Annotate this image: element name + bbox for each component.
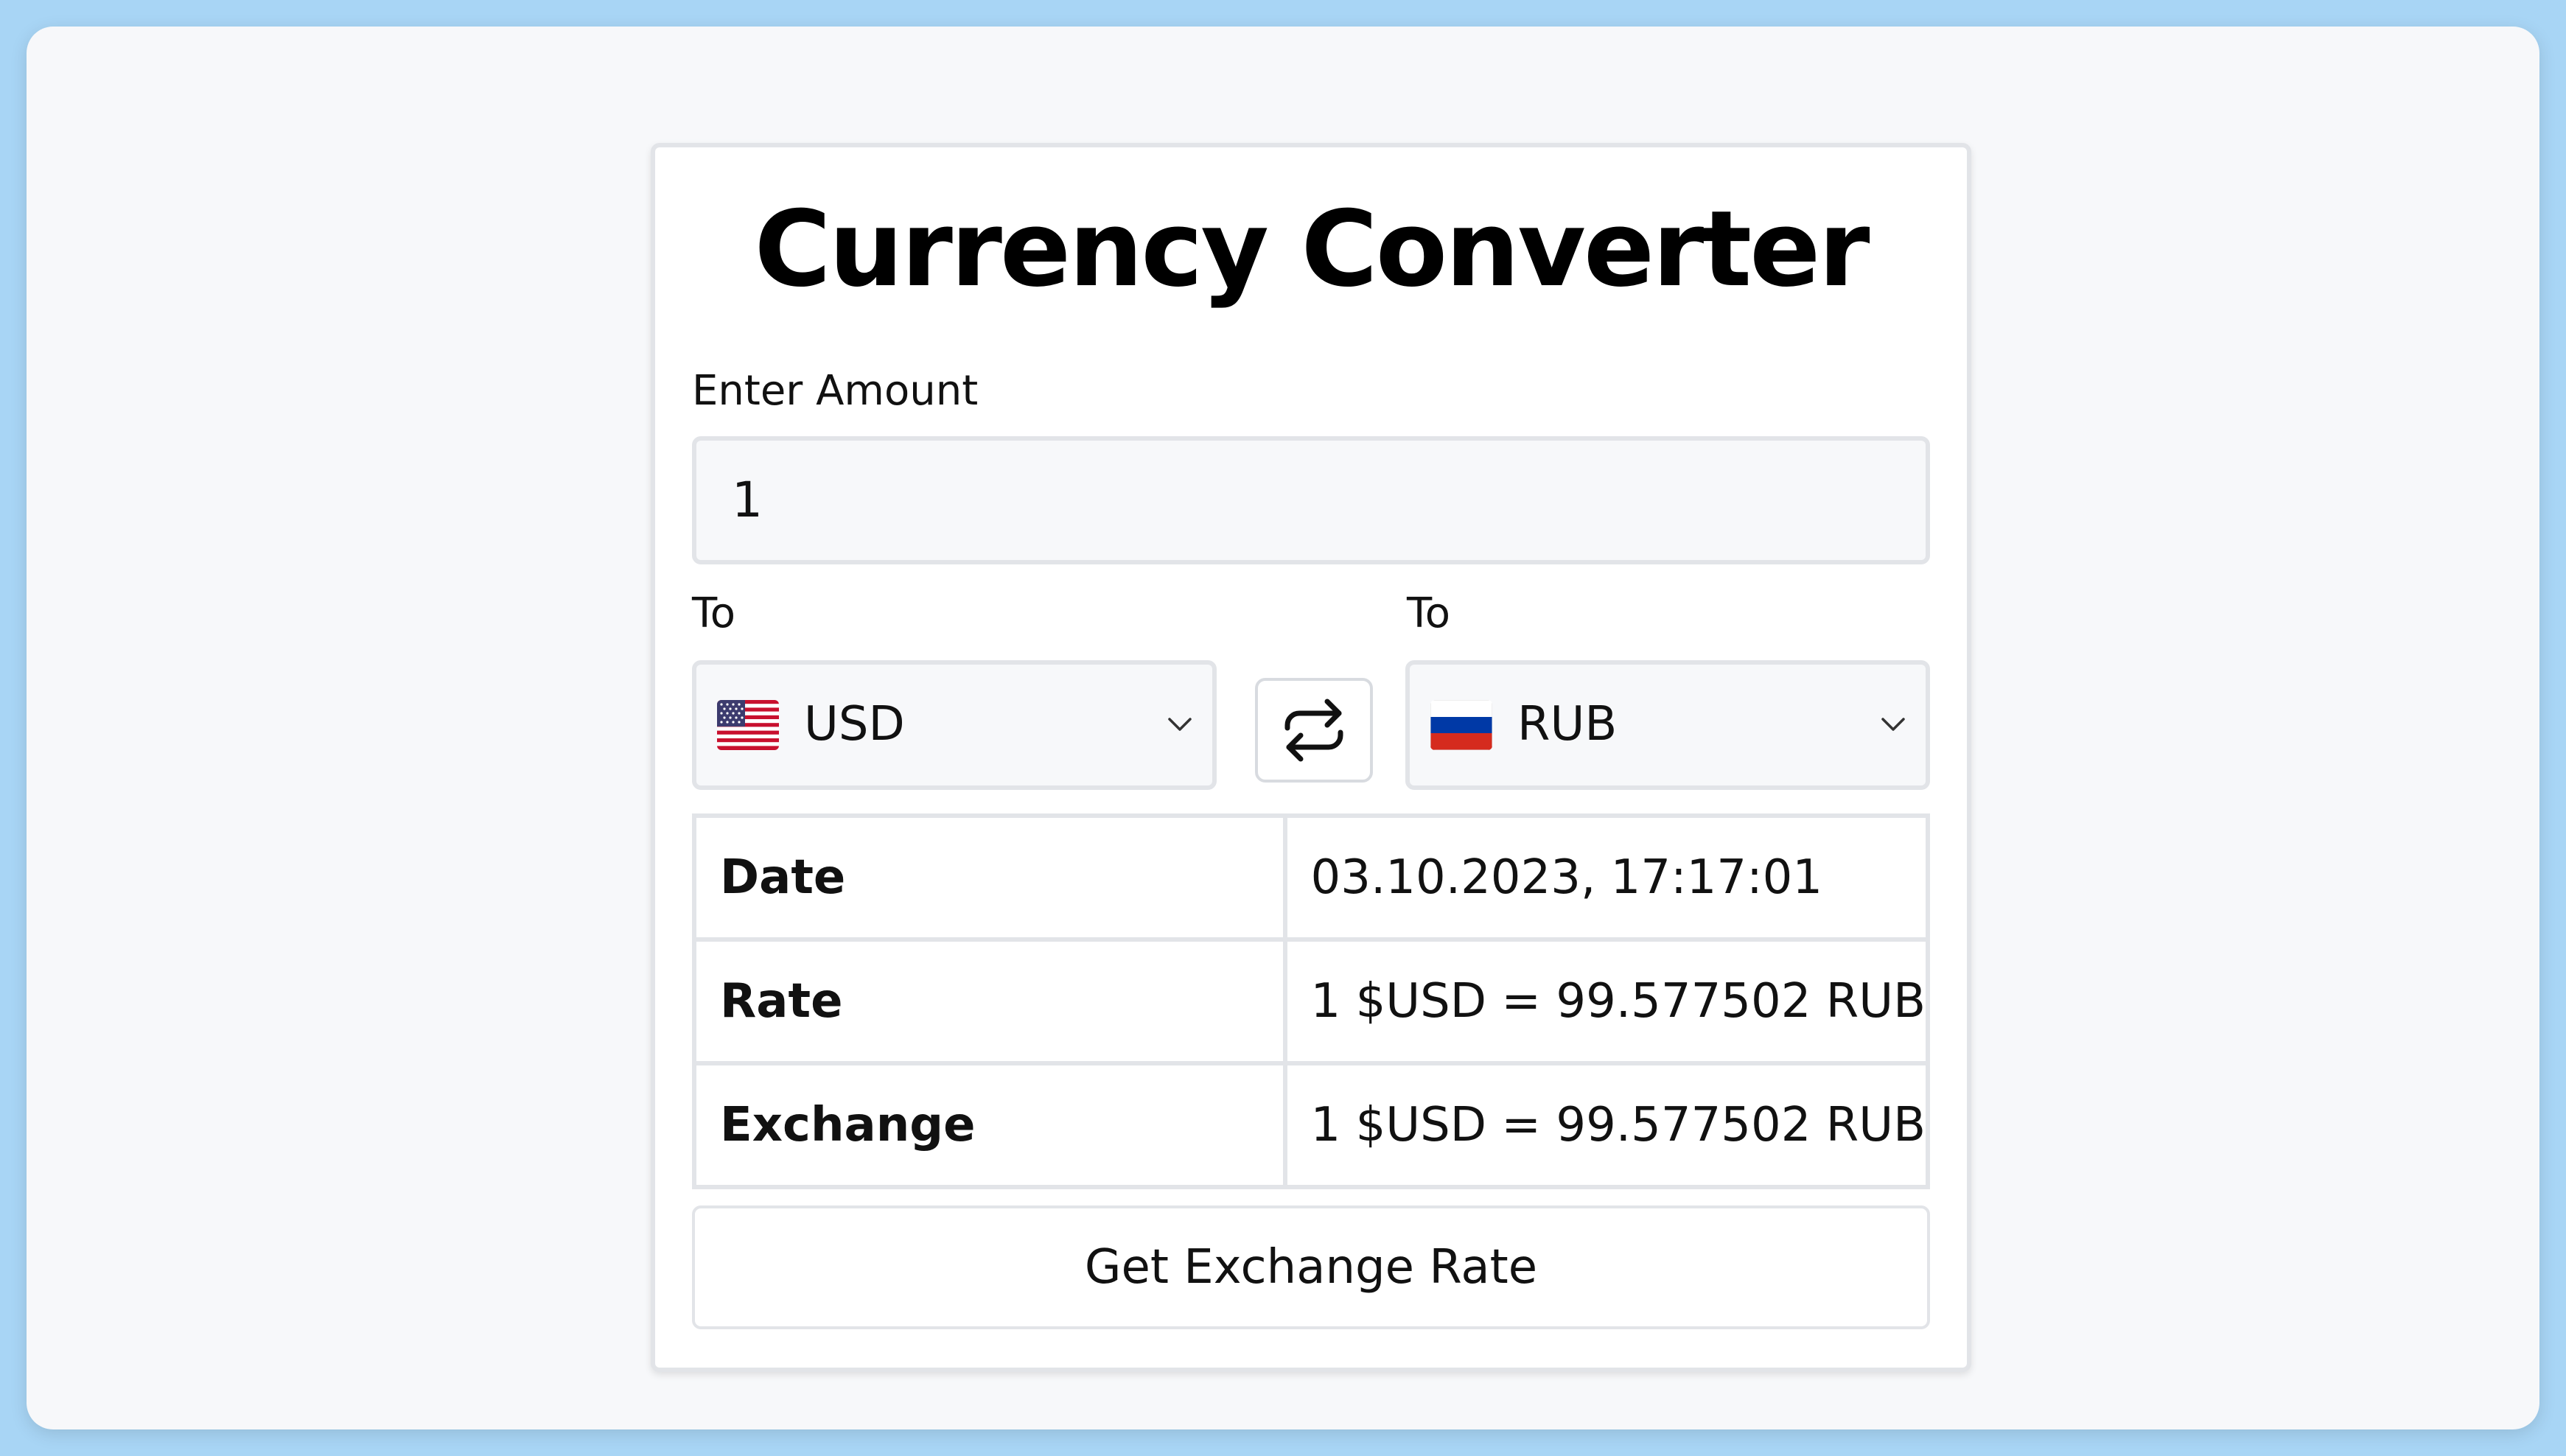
from-currency-code: USD — [804, 697, 905, 752]
to-currency-code: RUB — [1517, 697, 1618, 752]
date-value: 03.10.2023, 17:17:01 — [1282, 813, 1930, 942]
amount-label: Enter Amount — [692, 367, 979, 415]
rate-value: 1 $USD = 99.577502 RUB — [1282, 937, 1930, 1065]
date-key: Date — [692, 813, 1287, 942]
app-window: Currency Converter Enter Amount 1 To USD… — [27, 27, 2539, 1429]
table-row: Exchange 1 $USD = 99.577502 RUB — [692, 1061, 1930, 1189]
to-currency-label: To — [1407, 589, 1450, 637]
from-currency-label: To — [692, 589, 735, 637]
table-row: Date 03.10.2023, 17:17:01 — [692, 813, 1930, 942]
exchange-value: 1 $USD = 99.577502 RUB — [1282, 1061, 1930, 1189]
rate-key: Rate — [692, 937, 1287, 1065]
get-exchange-rate-button[interactable]: Get Exchange Rate — [692, 1205, 1930, 1329]
amount-input[interactable]: 1 — [692, 436, 1930, 564]
exchange-info-table: Date 03.10.2023, 17:17:01 Rate 1 $USD = … — [692, 813, 1930, 1189]
page-title: Currency Converter — [754, 189, 1870, 310]
swap-currencies-button[interactable] — [1255, 678, 1373, 783]
chevron-down-icon — [1162, 710, 1198, 740]
ru-flag-icon — [1430, 700, 1492, 750]
to-currency-select[interactable]: RUB — [1405, 660, 1930, 790]
exchange-key: Exchange — [692, 1061, 1287, 1189]
swap-arrows-icon — [1284, 699, 1343, 762]
us-flag-icon — [717, 700, 779, 750]
converter-card: Currency Converter Enter Amount 1 To USD… — [651, 143, 1971, 1372]
chevron-down-icon — [1875, 710, 1911, 740]
table-row: Rate 1 $USD = 99.577502 RUB — [692, 937, 1930, 1065]
from-currency-select[interactable]: USD — [692, 660, 1217, 790]
